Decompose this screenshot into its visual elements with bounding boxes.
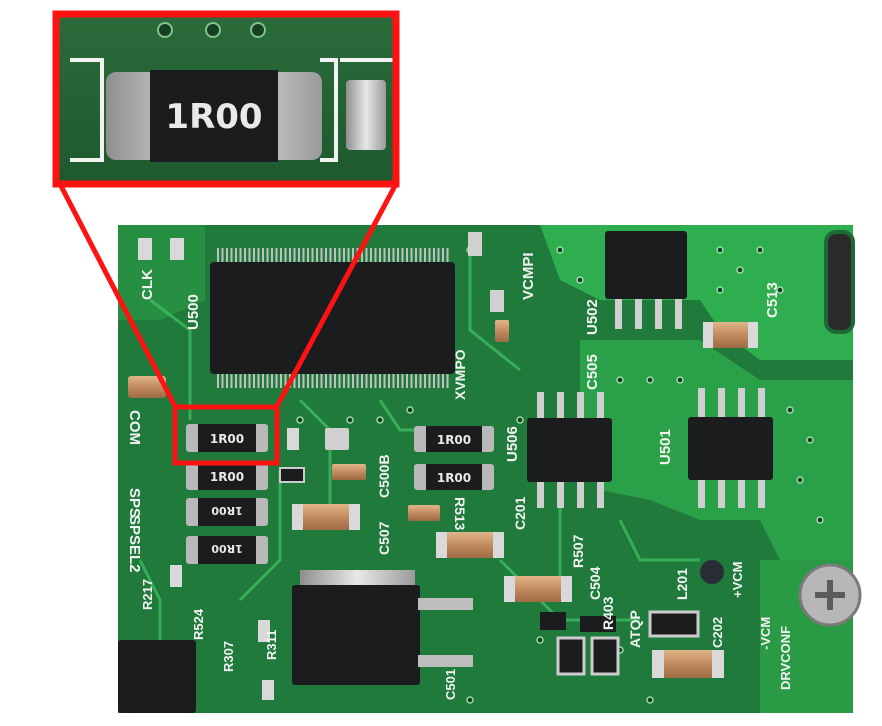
- screw-head: [798, 563, 862, 627]
- label-drvconf: DRVCONF: [778, 626, 793, 690]
- label-spsel2: SPSEL2: [126, 515, 143, 573]
- label-u501: U501: [657, 429, 674, 465]
- component-dot: [700, 560, 724, 584]
- resistor-r3-marking: 1R00: [211, 504, 243, 517]
- label-r524: R524: [191, 608, 206, 640]
- resistor-r2: 1R00: [186, 462, 268, 490]
- main-ic-chip: [210, 248, 455, 388]
- resistor-r3: 1R00: [186, 498, 268, 526]
- label-c507: C507: [376, 521, 392, 555]
- label-vcm-minus: -VCM: [758, 617, 773, 650]
- label-u500: U500: [185, 294, 202, 330]
- resistor-r6: 1R00: [414, 464, 494, 490]
- zoom-resistor: 1R00: [106, 70, 322, 162]
- label-r513: R513: [452, 497, 468, 531]
- label-c202: C202: [710, 617, 725, 648]
- label-xvmpo: XVMPO: [452, 349, 468, 400]
- pcb-photo-scene: 1R00 1R00 1R00 1R00 1R00 1R00 U500 CLK U…: [52, 10, 862, 713]
- label-r311: R311: [264, 630, 279, 660]
- resistor-r2-marking: 1R00: [210, 470, 244, 484]
- label-c501: C501: [443, 669, 458, 700]
- label-r307: R307: [221, 641, 236, 672]
- label-c201: C201: [512, 496, 528, 530]
- pcb-photo: 1R00 1R00 1R00 1R00 1R00 1R00 U500 CLK U…: [118, 225, 862, 713]
- label-atqp: ATQP: [627, 610, 643, 648]
- label-clk: CLK: [139, 269, 156, 300]
- resistor-r5: 1R00: [414, 426, 494, 452]
- resistor-r1-marking: 1R00: [210, 432, 244, 446]
- label-r507: R507: [570, 534, 586, 568]
- small-ic-bottom-left: [118, 640, 196, 713]
- label-c500b: C500B: [376, 454, 392, 498]
- resistor-r1: 1R00: [186, 424, 268, 452]
- label-vcm-plus: +VCM: [730, 562, 745, 598]
- label-sps: SPS: [126, 488, 143, 518]
- label-c513: C513: [764, 282, 781, 318]
- label-r403: R403: [600, 596, 616, 630]
- resistor-r4: 1R00: [186, 536, 268, 564]
- resistor-r4-marking: 1R00: [211, 542, 243, 555]
- zoom-partial-component: [346, 80, 386, 150]
- label-u506: U506: [504, 426, 521, 462]
- zoom-inset: 1R00: [52, 10, 400, 188]
- label-u502: U502: [584, 299, 601, 335]
- label-vcmpi: VCMPI: [520, 252, 537, 300]
- label-com: COM: [126, 410, 143, 445]
- resistor-r6-marking: 1R00: [437, 471, 471, 485]
- label-l201: L201: [674, 568, 690, 600]
- label-c505: C505: [584, 354, 601, 390]
- resistor-r5-marking: 1R00: [437, 433, 471, 447]
- mounting-slot: [824, 230, 855, 334]
- label-c504: C504: [587, 566, 603, 600]
- zoom-resistor-marking: 1R00: [165, 97, 262, 137]
- label-r217: R217: [140, 579, 155, 610]
